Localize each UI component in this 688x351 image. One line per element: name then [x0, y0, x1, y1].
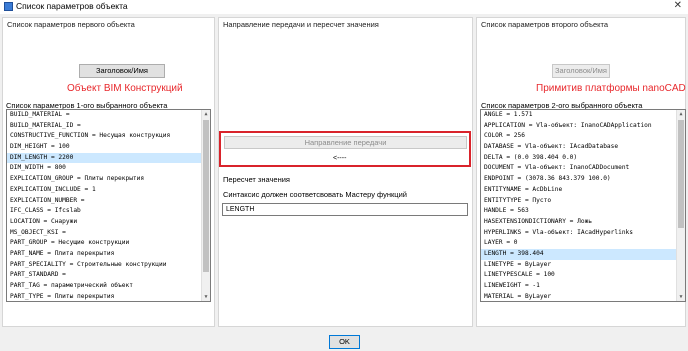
list-item[interactable]: DOCUMENT = Vla-объект: InanoCADDocument	[481, 163, 685, 174]
list-item[interactable]: EXPLICATION_GROUP = Плиты перекрытия	[7, 174, 210, 185]
left-panel-caption: Список параметров первого объекта	[7, 20, 135, 29]
list-item[interactable]: PART_TYPE = Плиты перекрытия	[7, 292, 210, 301]
list-item[interactable]: LINETYPESCALE = 100	[481, 270, 685, 281]
scroll-thumb[interactable]	[678, 120, 684, 228]
left-header-button[interactable]: Заголовок/Имя	[79, 64, 165, 78]
list-item[interactable]: BUILD_MATERIAL =	[7, 110, 210, 121]
right-list-scrollbar[interactable]: ▲ ▼	[676, 110, 685, 301]
right-list-rows: ANGLE = 1.571 APPLICATION = Vla-объект: I…	[481, 110, 685, 301]
list-item[interactable]: PART_TAG = параметрический объект	[7, 281, 210, 292]
left-parameter-list[interactable]: BUILD_MATERIAL = BUILD_MATERIAL_ID = CONST…	[6, 109, 211, 302]
list-item[interactable]: PART_SPECIALITY = Строительные конструкц…	[7, 260, 210, 271]
list-item[interactable]: DELTA = (0.0 398.404 0.0)	[481, 153, 685, 164]
scroll-up-icon[interactable]: ▲	[202, 110, 210, 118]
syntax-hint-label: Синтаксис должен соответсвовать Мастеру …	[223, 190, 407, 199]
list-item[interactable]: ENTITYNAME = AcDbLine	[481, 185, 685, 196]
app-icon	[4, 2, 13, 11]
transfer-arrow-label: <----	[333, 155, 347, 162]
list-item[interactable]: APPLICATION = Vla-объект: InanoCADApplic…	[481, 121, 685, 132]
list-item[interactable]: HANDLE = 563	[481, 206, 685, 217]
list-item[interactable]: LAYER = 0	[481, 238, 685, 249]
list-item[interactable]: DIM_LENGTH = 2200	[7, 152, 210, 164]
list-item[interactable]: PART_STANDARD =	[7, 270, 210, 281]
scroll-down-icon[interactable]: ▼	[677, 293, 685, 301]
transfer-direction-button[interactable]: Направление передачи	[224, 136, 467, 149]
formula-input[interactable]	[222, 203, 468, 216]
middle-panel-caption: Направление передачи и пересчет значения	[223, 20, 379, 29]
list-item[interactable]: PART_GROUP = Несущие конструкции	[7, 238, 210, 249]
list-item[interactable]: ANGLE = 1.571	[481, 110, 685, 121]
list-item[interactable]: EXPLICATION_NUMBER =	[7, 196, 210, 207]
list-item[interactable]: ENTITYTYPE = Пусто	[481, 196, 685, 207]
list-item[interactable]: MS_OBJECT_KSI =	[7, 228, 210, 239]
left-list-scrollbar[interactable]: ▲ ▼	[201, 110, 210, 301]
list-item[interactable]: LINETYPE = ByLayer	[481, 260, 685, 271]
close-button[interactable]: ✕	[674, 0, 682, 11]
list-item[interactable]: IFC_CLASS = Ifcslab	[7, 206, 210, 217]
list-item[interactable]: ENDPOINT = (3078.36 843.379 100.0)	[481, 174, 685, 185]
right-header-button[interactable]: Заголовок/Имя	[552, 64, 610, 78]
list-item[interactable]: HASEXTENSIONDICTIONARY = Ложь	[481, 217, 685, 228]
list-item[interactable]: PART_NAME = Плита перекрытия	[7, 249, 210, 260]
list-item[interactable]: DATABASE = Vla-объект: IAcadDatabase	[481, 142, 685, 153]
title-bar: Список параметров объекта ✕	[0, 0, 688, 14]
right-object-type-label: Примитив платформы nanoCAD	[536, 83, 686, 94]
list-item[interactable]: DIM_WIDTH = 800	[7, 163, 210, 174]
left-object-type-label: Объект BIM Конструкций	[67, 83, 183, 94]
list-item[interactable]: MATERIAL = ByLayer	[481, 292, 685, 301]
list-item[interactable]: CONSTRUCTIVE_FUNCTION = Несущая конструк…	[7, 131, 210, 142]
list-item[interactable]: BUILD_MATERIAL_ID =	[7, 121, 210, 132]
ok-button[interactable]: OK	[329, 335, 360, 349]
list-item[interactable]: LINEWEIGHT = -1	[481, 281, 685, 292]
left-list-rows: BUILD_MATERIAL = BUILD_MATERIAL_ID = CONST…	[7, 110, 210, 301]
scroll-up-icon[interactable]: ▲	[677, 110, 685, 118]
list-item[interactable]: LENGTH = 398.404	[481, 248, 685, 260]
list-item[interactable]: LOCATION = Снаружи	[7, 217, 210, 228]
scroll-thumb[interactable]	[203, 120, 209, 272]
recalc-label: Пересчет значения	[223, 175, 290, 184]
middle-panel: Направление передачи и пересчет значения	[218, 17, 473, 327]
scroll-down-icon[interactable]: ▼	[202, 293, 210, 301]
right-panel-caption: Список параметров второго объекта	[481, 20, 609, 29]
list-item[interactable]: EXPLICATION_INCLUDE = 1	[7, 185, 210, 196]
window-title: Список параметров объекта	[16, 1, 128, 11]
list-item[interactable]: COLOR = 256	[481, 131, 685, 142]
list-item[interactable]: DIM_HEIGHT = 100	[7, 142, 210, 153]
right-parameter-list[interactable]: ANGLE = 1.571 APPLICATION = Vla-объект: I…	[480, 109, 686, 302]
list-item[interactable]: HYPERLINKS = Vla-объект: IAcadHyperlinks	[481, 228, 685, 239]
